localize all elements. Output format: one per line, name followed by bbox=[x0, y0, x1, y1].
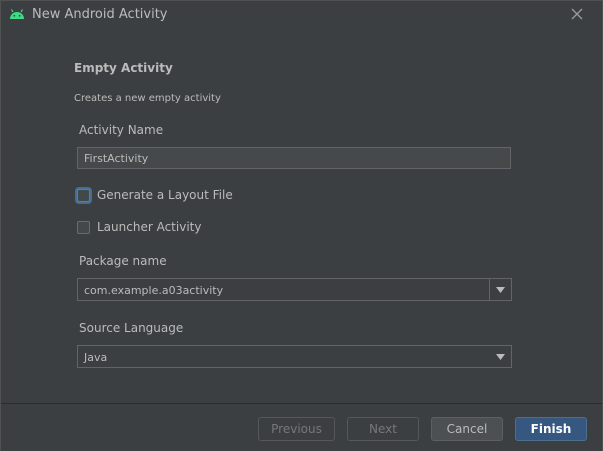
launcher-activity-checkbox[interactable] bbox=[77, 220, 90, 234]
chevron-down-icon[interactable] bbox=[496, 287, 505, 293]
window-title: New Android Activity bbox=[32, 7, 168, 22]
next-button[interactable]: Next bbox=[347, 417, 419, 441]
android-icon bbox=[10, 9, 24, 19]
activity-name-label: Activity Name bbox=[79, 123, 164, 137]
close-icon[interactable] bbox=[570, 7, 584, 21]
launcher-activity-label: Launcher Activity bbox=[97, 220, 202, 234]
previous-button[interactable]: Previous bbox=[258, 417, 335, 441]
finish-button[interactable]: Finish bbox=[515, 417, 587, 441]
combo-separator bbox=[489, 279, 490, 300]
package-name-value: com.example.a03activity bbox=[84, 284, 224, 297]
activity-name-field[interactable]: FirstActivity bbox=[77, 147, 511, 169]
generate-layout-label: Generate a Layout File bbox=[97, 188, 233, 202]
template-heading: Empty Activity bbox=[74, 61, 173, 75]
title-bar: New Android Activity bbox=[1, 1, 602, 29]
package-name-label: Package name bbox=[79, 254, 167, 268]
package-name-combo[interactable]: com.example.a03activity bbox=[77, 278, 512, 301]
source-language-label: Source Language bbox=[79, 321, 184, 335]
dialog-content: Empty Activity Creates a new empty activ… bbox=[1, 29, 602, 403]
launcher-activity-row[interactable]: Launcher Activity bbox=[77, 219, 201, 235]
source-language-select[interactable]: Java bbox=[77, 345, 512, 368]
template-description: Creates a new empty activity bbox=[74, 93, 221, 104]
cancel-button[interactable]: Cancel bbox=[431, 417, 503, 441]
dialog-footer: Previous Next Cancel Finish bbox=[1, 403, 602, 451]
source-language-value: Java bbox=[84, 351, 108, 364]
generate-layout-row[interactable]: Generate a Layout File bbox=[77, 187, 233, 203]
dialog-window: New Android Activity Empty Activity Crea… bbox=[0, 0, 603, 451]
chevron-down-icon[interactable] bbox=[496, 354, 505, 360]
generate-layout-checkbox[interactable] bbox=[77, 188, 90, 202]
